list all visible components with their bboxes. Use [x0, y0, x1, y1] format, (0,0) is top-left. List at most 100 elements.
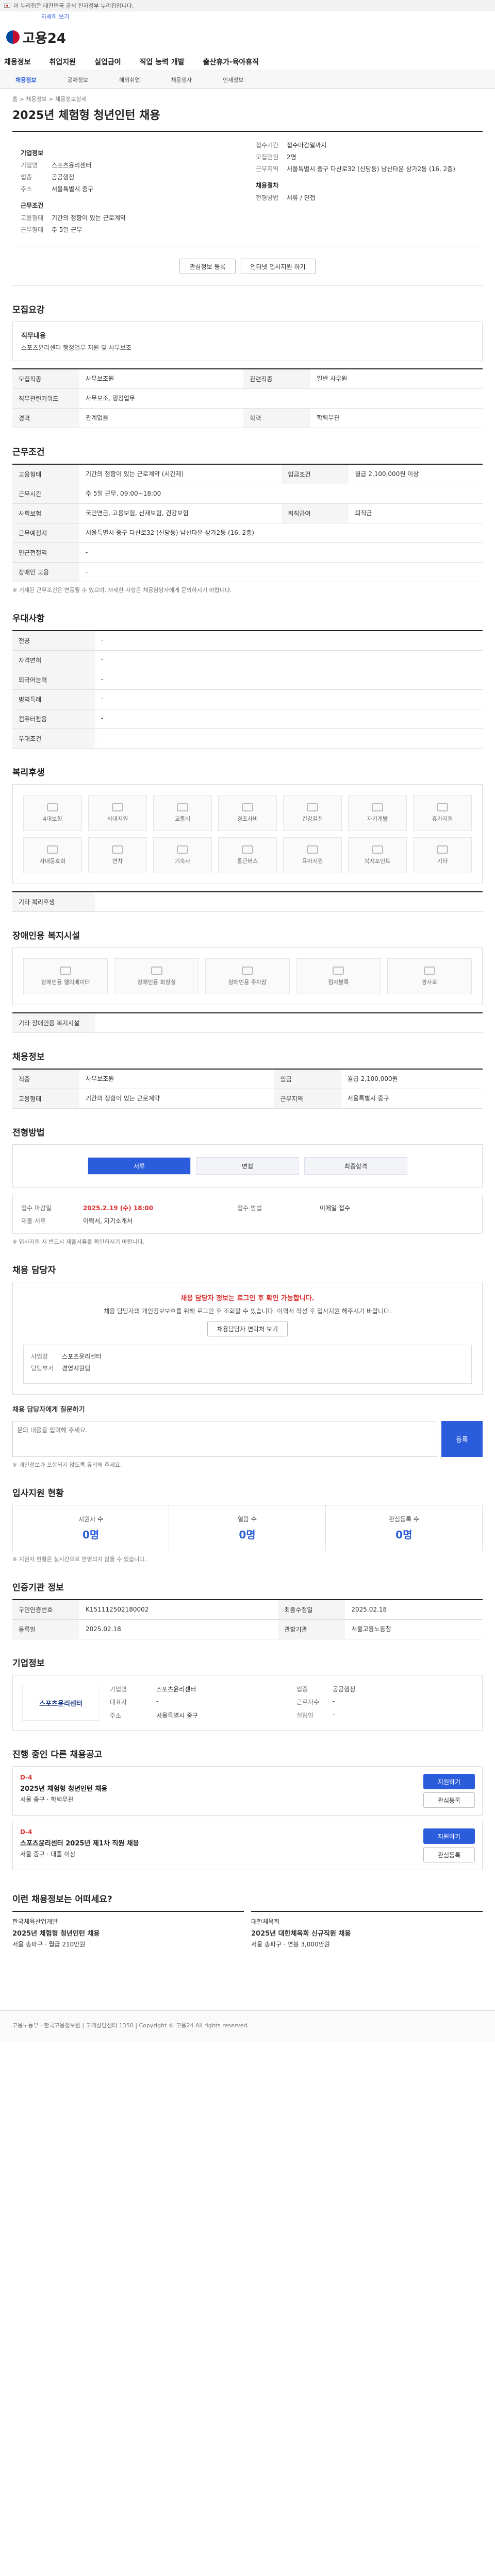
company-value: 서울특별시 중구 [156, 1711, 199, 1719]
welfare-label: 기숙사 [174, 858, 191, 865]
list-item: 외국어능력 - [12, 670, 483, 690]
stat-label: 열람 수 [238, 1516, 257, 1523]
ads-section: 진행 중인 다른 채용공고 D-4 2025년 체험형 청년인턴 채용 서울 중구 … [12, 1731, 483, 1870]
summary-key: 주소 [21, 185, 32, 193]
gov-banner-text: 이 누리집은 대한민국 공식 전자정부 누리집입니다. [13, 2, 134, 9]
rec-card[interactable]: 한국체육산업개발 2025년 체험형 청년인턴 채용 서울 송파구 · 월급 210… [12, 1911, 244, 1948]
job-card-title[interactable]: 스포츠윤리센터 2025년 제1차 직원 채용 [20, 1838, 139, 1848]
nav-jobs[interactable]: 채용정보 [4, 57, 31, 67]
job-card[interactable]: D-4 스포츠윤리센터 2025년 제1차 직원 채용 서울 중구 · 대졸 이상 … [12, 1821, 483, 1870]
summary-row: 기업명 스포츠윤리센터 [21, 161, 239, 170]
welfare-grid: 4대보험 식대지원 교통비 경조사비 건강검진 자기계발 휴가지원 사내동호회 … [12, 784, 483, 884]
section-title: 복리후생 [12, 768, 45, 778]
facility-label: 점자블록 [328, 979, 349, 986]
cond-table: 고용형태 기간의 정함이 있는 근로계약 (시간제) 임금조건 월급 2,100,00… [12, 464, 483, 582]
bookmark-button[interactable]: 관심등록 [423, 1847, 475, 1862]
gov-banner: 이 누리집은 대한민국 공식 전자정부 누리집입니다. [0, 0, 495, 11]
summary-left: 기업정보 기업명 스포츠윤리센터 업종 공공행정 주소 서울특별시 중구 근무조건 고… [12, 141, 248, 238]
manager-detail: 사업장 스포츠윤리센터 담당부서 경영지원팀 [23, 1345, 472, 1384]
welfare-icon [112, 845, 123, 854]
stat-label: 지원자 수 [78, 1516, 104, 1523]
section-title: 인증기관 정보 [12, 1583, 64, 1593]
subnav-events[interactable]: 채용행사 [171, 76, 191, 84]
summary-key: 고용형태 [21, 214, 44, 222]
summary-value: 기간의 정함이 있는 근로계약 [52, 214, 126, 222]
apply-online-button[interactable]: 인터넷 입사지원 하기 [240, 259, 316, 274]
row-value: - [101, 675, 104, 683]
welfare-item: 건강검진 [283, 795, 342, 831]
job-card-meta: 서울 중구 · 대졸 이상 [20, 1851, 76, 1858]
welfare-label: 복지포인트 [364, 858, 391, 865]
job-card-title[interactable]: 2025년 체험형 청년인턴 채용 [20, 1783, 107, 1793]
nav-benefits[interactable]: 실업급여 [94, 57, 121, 67]
company-key: 주소 [110, 1711, 122, 1719]
job-desc-box: 직무내용 스포츠윤리센터 행정업무 지원 및 사무보조 [12, 321, 483, 361]
summary-value: 서류 / 면접 [287, 194, 316, 201]
question-input[interactable] [12, 1421, 437, 1457]
dday-badge: D-4 [20, 1774, 32, 1781]
site-logo[interactable]: 고용24 [23, 28, 66, 47]
row-value: 월급 2,100,000원 이상 [349, 464, 483, 484]
row-key: 외국어능력 [12, 670, 95, 689]
facility-item: 점자블록 [296, 958, 381, 994]
company-value: - [333, 1710, 335, 1718]
summary-key: 접수기간 [256, 142, 279, 149]
row-key: 기타 복리후생 [12, 892, 95, 911]
subnav-talent[interactable]: 인재정보 [223, 76, 243, 84]
summary-value: 서울특별시 중구 다산로32 (신당동) 남산타운 상가2동 (16, 2층) [287, 165, 455, 173]
question-submit-button[interactable]: 등록 [441, 1421, 483, 1457]
company-info: 기업명 스포츠윤리센터 업종 공공행정 대표자 - 근로자수 - 주소 서울특별시 중구 … [110, 1685, 473, 1721]
section-title: 모집요강 [12, 305, 45, 315]
table-row: 사회보험 국민연금, 고용보험, 산재보험, 건강보험 퇴직급여 퇴직금 [12, 503, 483, 523]
deadline-key: 접수 마감일 [21, 1205, 52, 1212]
subnav-jobs[interactable]: 채용정보 [15, 76, 36, 84]
rec-card[interactable]: 대한체육회 2025년 대한체육회 신규직원 채용 서울 송파구 · 연봉 3,00… [251, 1911, 483, 1948]
company-key: 업종 [296, 1686, 308, 1693]
table-row: 고용형태 기간의 정함이 있는 근로계약 (시간제) 임금조건 월급 2,100,00… [12, 464, 483, 484]
rec-title[interactable]: 2025년 대한체육회 신규직원 채용 [251, 1928, 483, 1938]
list-item: 자격면허 - [12, 651, 483, 670]
table-row: 모집직종 사무보조원 관련직종 일반 사무원 [12, 369, 483, 389]
method-key: 접수 방법 [237, 1205, 262, 1212]
apply-button[interactable]: 지원하기 [423, 1828, 475, 1844]
facility-item: 장애인용 엘리베이터 [23, 958, 108, 994]
job-table: 모집직종 사무보조원 관련직종 일반 사무원 직무관련키워드 사무보조, 행정업무 경력… [12, 368, 483, 428]
job-card[interactable]: D-4 2025년 체험형 청년인턴 채용 서울 중구 · 학력무관 지원하기 관심등… [12, 1766, 483, 1816]
view-contact-button[interactable]: 채용담당자 연락처 보기 [207, 1321, 288, 1336]
table-row: 경력 관계없음 학력 학력무관 [12, 408, 483, 428]
table-row: 직무관련키워드 사무보조, 행정업무 [12, 388, 483, 409]
cond-section: 근무조건 고용형태 기간의 정함이 있는 근로계약 (시간제) 임금조건 월급 2,1… [12, 428, 483, 595]
subnav-public[interactable]: 공채정보 [67, 76, 88, 84]
save-interest-button[interactable]: 관심정보 등록 [179, 259, 236, 274]
main-nav: 채용정보 취업지원 실업급여 직업 능력 개발 출산휴가·육아휴직 [0, 53, 495, 71]
bookmark-button[interactable]: 관심등록 [423, 1792, 475, 1808]
row-value: 퇴직금 [349, 503, 483, 523]
summary-row: 근무형태 주 5일 근무 [21, 226, 239, 234]
manager-btn-wrap: 채용담당자 연락처 보기 [23, 1321, 472, 1336]
row-value: K151112502180002 [79, 1600, 278, 1620]
logo-icon[interactable] [6, 30, 20, 44]
summary-apply-heading: 채용절차 [256, 182, 279, 189]
welfare-label: 건강검진 [302, 816, 323, 822]
row-key: 근무지역 [274, 1089, 341, 1109]
rec-title[interactable]: 2025년 체험형 청년인턴 채용 [12, 1928, 244, 1938]
welfare-icon [307, 845, 318, 854]
row-key: 관할기관 [278, 1619, 345, 1639]
manager-key: 담당부서 [31, 1365, 54, 1372]
subnav-overseas[interactable]: 해외취업 [119, 76, 140, 84]
table-row: 구인인증번호 K151112502180002 최종수정일 2025.02.18 [12, 1600, 483, 1620]
header: 고용24 [0, 22, 495, 53]
row-value: 월급 2,100,000원 [341, 1069, 483, 1089]
summary-cond-heading: 근무조건 [21, 202, 44, 209]
nav-training[interactable]: 직업 능력 개발 [140, 57, 185, 67]
section-title: 입사지원 현황 [12, 1488, 64, 1499]
nav-leave[interactable]: 출산휴가·육아휴직 [203, 57, 259, 67]
row-key: 등록일 [12, 1619, 79, 1639]
table-row: 인근전철역 - [12, 543, 483, 563]
apply-button[interactable]: 지원하기 [423, 1774, 475, 1789]
nav-support[interactable]: 취업지원 [50, 57, 76, 67]
banner-more-link[interactable]: 자세히 보기 [0, 11, 495, 22]
list-item: 컴퓨터활용 - [12, 709, 483, 729]
company-logo: 스포츠윤리센터 [22, 1685, 100, 1721]
list-item: 기타 복리후생 [12, 892, 483, 912]
